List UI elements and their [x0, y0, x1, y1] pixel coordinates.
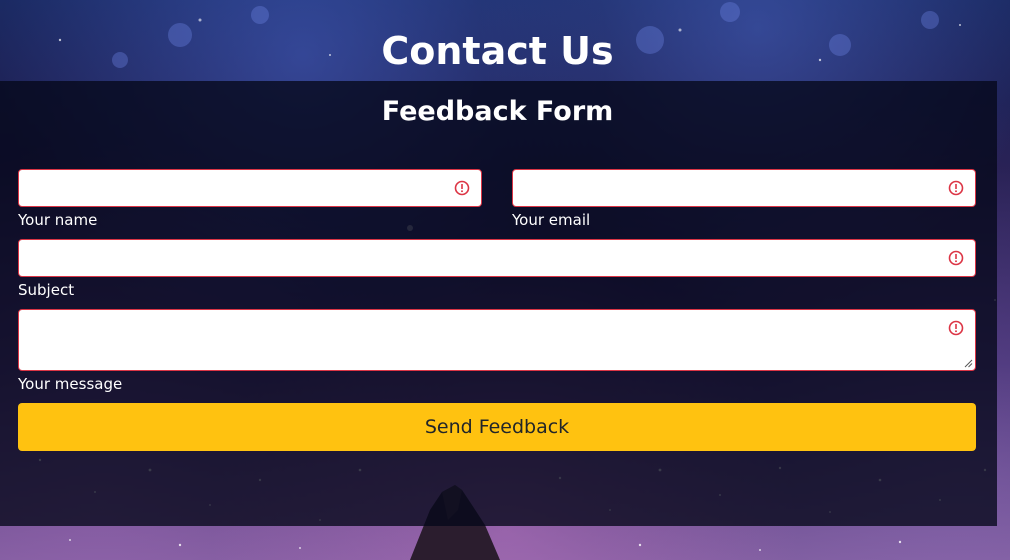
- message-label: Your message: [18, 375, 123, 393]
- exclamation-circle-icon: [948, 180, 964, 196]
- subject-label: Subject: [18, 281, 75, 299]
- exclamation-circle-icon: [948, 320, 964, 336]
- subject-field[interactable]: [18, 239, 976, 277]
- message-textarea[interactable]: [19, 310, 975, 370]
- email-field[interactable]: [512, 169, 976, 207]
- resize-handle-icon[interactable]: [964, 359, 973, 368]
- name-label: Your name: [18, 211, 98, 229]
- send-feedback-button[interactable]: Send Feedback: [18, 403, 976, 451]
- message-field[interactable]: [18, 309, 976, 371]
- exclamation-circle-icon: [948, 250, 964, 266]
- page-title: Contact Us: [381, 29, 614, 73]
- email-label: Your email: [512, 211, 591, 229]
- form-panel: [0, 81, 997, 526]
- name-input[interactable]: [19, 170, 481, 206]
- form-title: Feedback Form: [381, 96, 614, 127]
- email-input[interactable]: [513, 170, 975, 206]
- subject-input[interactable]: [19, 240, 975, 276]
- exclamation-circle-icon: [454, 180, 470, 196]
- name-field[interactable]: [18, 169, 482, 207]
